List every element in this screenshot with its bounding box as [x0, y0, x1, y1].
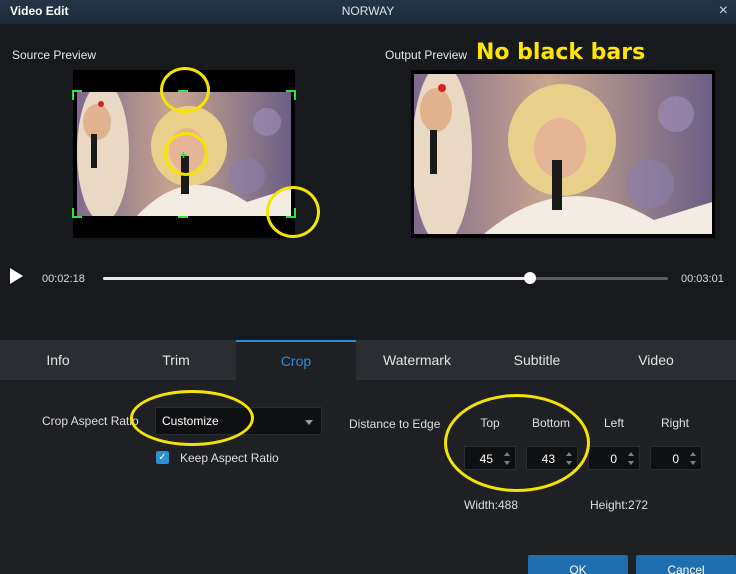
- annotation-ring-edges: [444, 394, 590, 492]
- total-time: 00:03:01: [681, 273, 724, 285]
- stepper-up-icon[interactable]: [504, 452, 510, 456]
- crop-aspect-select[interactable]: Customize: [155, 407, 322, 435]
- keep-aspect-checkbox[interactable]: ✓: [156, 451, 169, 464]
- keep-aspect-label: Keep Aspect Ratio: [180, 451, 279, 465]
- crop-height-readout: Height:272: [590, 498, 649, 512]
- seek-handle[interactable]: [523, 272, 536, 284]
- tab-video[interactable]: Video: [596, 340, 716, 380]
- cancel-button[interactable]: Cancel: [636, 555, 736, 574]
- source-preview-label: Source Preview: [12, 48, 97, 62]
- crop-box[interactable]: +: [72, 90, 296, 218]
- tab-crop[interactable]: Crop: [236, 340, 356, 380]
- stepper-down-icon[interactable]: [504, 461, 510, 465]
- crop-handle-bottom-right[interactable]: [286, 208, 296, 218]
- crop-handle-bottom-left[interactable]: [72, 208, 82, 218]
- stepper-up-icon[interactable]: [690, 452, 696, 456]
- seek-bar[interactable]: [103, 277, 668, 280]
- crop-panel: Crop Aspect Ratio Customize ✓ Keep Aspec…: [0, 380, 736, 574]
- bottom-label: Bottom: [531, 416, 570, 430]
- crop-aspect-label: Crop Aspect Ratio: [42, 414, 139, 428]
- close-icon[interactable]: ×: [719, 2, 728, 20]
- tab-trim[interactable]: Trim: [116, 340, 236, 380]
- stepper-down-icon[interactable]: [628, 461, 634, 465]
- ok-button[interactable]: OK: [528, 555, 628, 574]
- distance-to-edge-label: Distance to Edge: [349, 417, 441, 431]
- stepper-up-icon[interactable]: [566, 452, 572, 456]
- crop-handle-top[interactable]: [178, 90, 188, 92]
- left-stepper[interactable]: 0: [588, 446, 640, 470]
- stepper-down-icon[interactable]: [690, 461, 696, 465]
- current-time: 00:02:18: [42, 273, 85, 285]
- crop-handle-top-right[interactable]: [286, 90, 296, 100]
- crop-handle-bottom[interactable]: [178, 216, 188, 218]
- right-label: Right: [660, 416, 689, 430]
- left-value: 0: [610, 452, 617, 466]
- output-video-frame: [414, 74, 712, 234]
- crop-move-icon[interactable]: +: [180, 148, 187, 162]
- play-icon[interactable]: [10, 268, 23, 284]
- right-value: 0: [672, 452, 679, 466]
- video-edit-window: Video Edit NORWAY × Source Preview Outpu…: [0, 0, 736, 574]
- tab-subtitle[interactable]: Subtitle: [478, 340, 596, 380]
- output-preview: [411, 70, 715, 238]
- tab-watermark[interactable]: Watermark: [356, 340, 478, 380]
- seek-progress: [103, 277, 530, 280]
- crop-handle-top-left[interactable]: [72, 90, 82, 100]
- title-bar: Video Edit NORWAY ×: [0, 0, 736, 24]
- preview-area: Source Preview Output Preview No black b…: [0, 24, 736, 340]
- tab-info[interactable]: Info: [0, 340, 116, 380]
- annotation-text: No black bars: [476, 40, 646, 65]
- top-stepper[interactable]: 45: [464, 446, 516, 470]
- stepper-down-icon[interactable]: [566, 461, 572, 465]
- output-preview-label: Output Preview: [385, 48, 468, 62]
- right-stepper[interactable]: 0: [650, 446, 702, 470]
- left-label: Left: [603, 416, 624, 430]
- file-name: NORWAY: [341, 4, 395, 18]
- bottom-stepper[interactable]: 43: [526, 446, 578, 470]
- crop-aspect-value: Customize: [162, 414, 219, 428]
- top-label: Top: [480, 416, 500, 430]
- tab-bar: Info Trim Crop Watermark Subtitle Video: [0, 340, 736, 380]
- source-preview: +: [72, 70, 296, 238]
- bottom-value: 43: [541, 452, 555, 466]
- top-value: 45: [479, 452, 493, 466]
- chevron-down-icon: [305, 420, 313, 425]
- stepper-up-icon[interactable]: [628, 452, 634, 456]
- crop-width-readout: Width:488: [464, 498, 519, 512]
